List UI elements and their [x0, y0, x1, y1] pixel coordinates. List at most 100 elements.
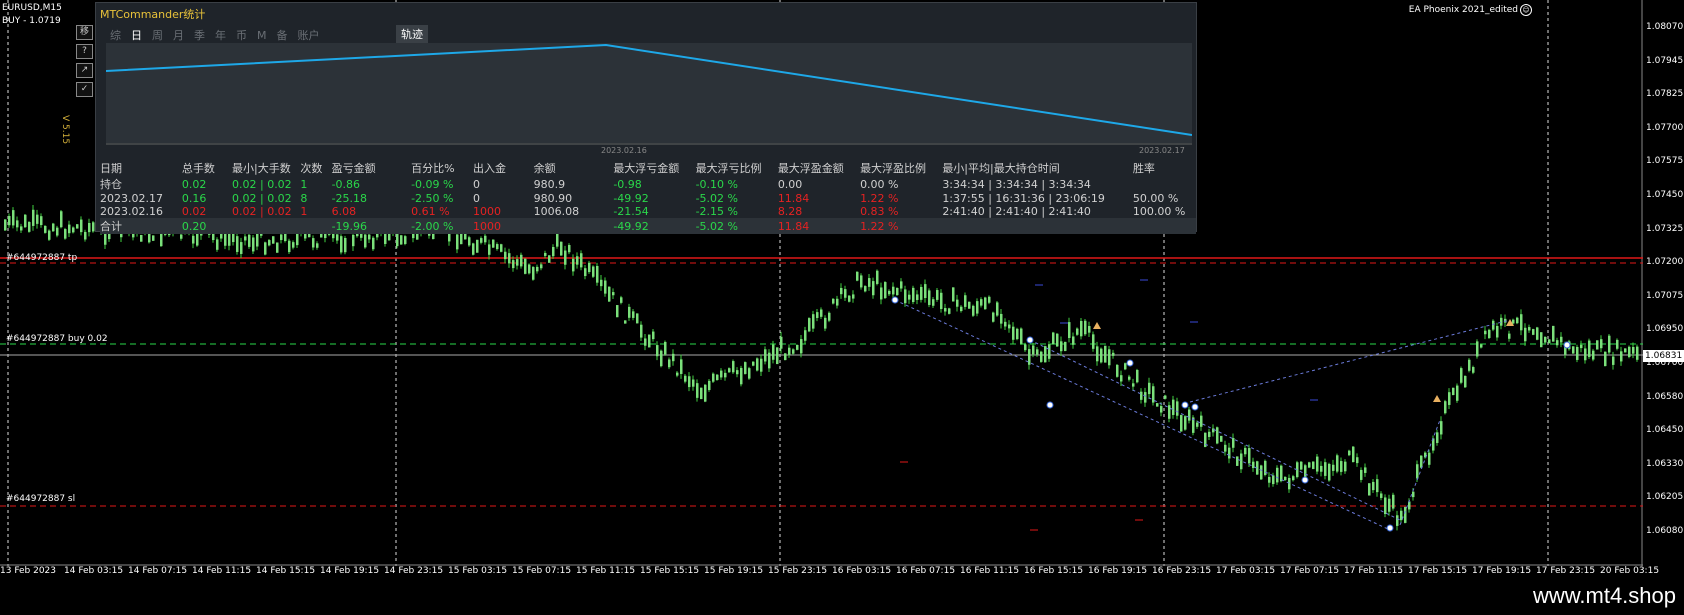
candle-body — [1524, 327, 1527, 342]
candle-body — [972, 305, 975, 316]
candle-body — [1596, 340, 1599, 350]
trade-marker — [1563, 341, 1571, 349]
tab-4[interactable]: 季 — [194, 27, 205, 43]
candle-body — [1480, 344, 1483, 348]
trade-marker — [1301, 476, 1309, 484]
candle-body — [1312, 461, 1315, 469]
candle-body — [8, 216, 11, 226]
candle-body — [732, 361, 735, 373]
tab-9[interactable]: 账户 — [298, 27, 320, 43]
table-cell: -2.50 % — [411, 192, 454, 205]
table-cell: -2.00 % — [411, 218, 473, 234]
candle-body — [1044, 346, 1047, 363]
table-cell: -49.92 — [613, 192, 649, 205]
tab-track[interactable]: 轨迹 — [396, 25, 428, 43]
candle-body — [1364, 467, 1367, 473]
table-cell — [942, 218, 1133, 234]
candle-body — [1164, 395, 1167, 399]
tab-1[interactable]: 日 — [131, 27, 142, 43]
candle-body — [1540, 332, 1543, 348]
candle-body — [56, 227, 59, 236]
tab-8[interactable]: 备 — [277, 27, 288, 43]
candle-body — [1232, 437, 1235, 448]
candle-body — [548, 255, 551, 263]
header-9: 最大浮亏比例 — [695, 162, 762, 175]
header-10: 最大浮盈金额 — [777, 162, 844, 175]
candle-body — [640, 324, 643, 338]
candle-body — [992, 312, 995, 322]
header-3: 次数 — [300, 162, 323, 175]
candle-body — [1020, 328, 1023, 344]
candle-body — [592, 266, 595, 277]
tab-3[interactable]: 月 — [173, 27, 184, 43]
mtcommander-panel[interactable]: MTCommander统计 综日周月季年币 M 备账户 轨迹 2023.02.16 … — [95, 2, 1197, 234]
check-button[interactable]: ✓ — [76, 82, 93, 97]
trade-marker — [1126, 359, 1134, 367]
candle-body — [192, 235, 195, 244]
candle-body — [604, 280, 607, 294]
tab-0[interactable]: 综 — [110, 27, 121, 43]
candle-body — [996, 302, 999, 316]
trade-line — [1189, 319, 1511, 403]
candle-body — [1156, 403, 1159, 407]
candle-body — [724, 372, 727, 378]
candle-body — [948, 308, 951, 314]
candle-body — [760, 358, 763, 372]
time-tick: 16 Feb 19:15 — [1088, 566, 1148, 576]
table-cell — [300, 218, 332, 234]
table-cell — [1132, 218, 1196, 234]
candle-body — [1340, 461, 1343, 472]
tab-7[interactable]: M — [257, 29, 267, 42]
candle-body — [1500, 317, 1503, 326]
trade-line — [1029, 339, 1401, 521]
candle-body — [508, 253, 511, 264]
table-cell: 0.00 % — [860, 177, 899, 191]
candle-body — [756, 358, 759, 371]
candle-body — [684, 375, 687, 382]
time-tick: 16 Feb 03:15 — [832, 566, 892, 576]
candle-body — [1348, 450, 1351, 456]
table-cell: 2023.02.17 — [100, 192, 163, 205]
tab-5[interactable]: 年 — [215, 27, 226, 43]
price-tick: 1.07945 — [1646, 55, 1684, 66]
candle-body — [944, 308, 947, 312]
table-cell: 980.90 — [533, 192, 573, 205]
candle-body — [552, 247, 555, 257]
candle-body — [1408, 501, 1411, 510]
candle-body — [636, 313, 639, 324]
table-cell: 2:41:40 | 2:41:40 | 2:41:40 — [942, 205, 1091, 218]
candle-body — [248, 234, 251, 247]
candle-body — [1344, 461, 1347, 472]
candle-body — [1048, 344, 1051, 359]
table-cell: 11.84 — [777, 218, 861, 234]
candle-body — [648, 334, 651, 348]
candle-body — [588, 262, 591, 273]
plot-date-1: 2023.02.16 — [601, 146, 647, 155]
candle-body — [68, 224, 71, 234]
candle-body — [620, 297, 623, 303]
tab-6[interactable]: 币 — [236, 27, 247, 43]
candle-body — [1560, 336, 1563, 343]
candle-body — [1180, 415, 1183, 432]
move-button[interactable]: 移 — [76, 25, 93, 40]
candle-body — [1012, 326, 1015, 340]
candle-body — [52, 223, 55, 232]
candle-body — [1228, 447, 1231, 459]
candle-body — [1552, 325, 1555, 342]
table-cell: 8 — [300, 192, 308, 205]
candle-body — [1488, 329, 1491, 338]
candle-body — [472, 243, 475, 255]
candle-body — [632, 311, 635, 318]
candle-body — [1088, 326, 1091, 333]
candle-body — [1076, 328, 1079, 335]
candle-body — [1544, 336, 1547, 343]
tab-2[interactable]: 周 — [152, 27, 163, 43]
buy-line-label: #644972887 buy 0.02 — [6, 334, 108, 344]
candle-body — [244, 236, 247, 241]
version-label: V 5.15 — [60, 115, 70, 145]
table-cell: 2023.02.16 — [100, 205, 163, 218]
candle-body — [1440, 421, 1443, 435]
help-button[interactable]: ? — [76, 44, 93, 59]
expand-button[interactable]: ↗ — [76, 63, 93, 78]
table-cell: 1000 — [473, 218, 534, 234]
